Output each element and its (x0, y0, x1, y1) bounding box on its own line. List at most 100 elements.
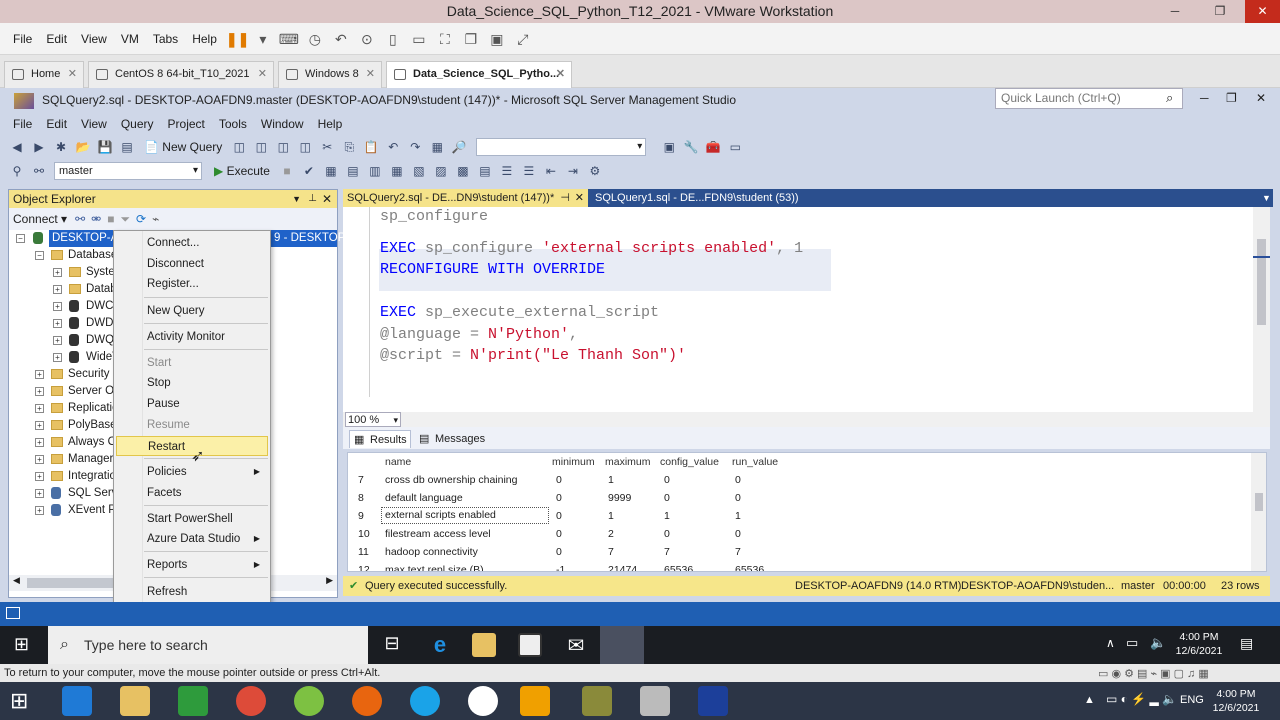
find-combo[interactable] (476, 138, 647, 156)
snipping-tool-icon[interactable] (640, 686, 670, 716)
fullscreen-icon[interactable]: ⛶ (434, 28, 456, 50)
expand-icon[interactable]: + (35, 489, 44, 498)
refresh-icon[interactable]: ⟳ (136, 212, 146, 226)
tab-messages[interactable]: ▤ Messages (415, 430, 489, 448)
table-cell[interactable]: 7 (735, 543, 741, 561)
host-start-icon[interactable]: ⊞ (10, 688, 28, 714)
menu-item-start-powershell[interactable]: Start PowerShell (116, 509, 268, 529)
specify-values-icon[interactable]: ⚙ (586, 162, 604, 180)
vm-tab-centos[interactable]: CentOS 8 64-bit_T10_2021 ✕ (88, 61, 274, 88)
table-cell[interactable]: 12 (358, 561, 370, 571)
dropdown-icon[interactable]: ▾ (252, 28, 274, 50)
close-icon[interactable]: ✕ (322, 190, 332, 208)
table-row[interactable]: 12 max text repl size (B) -1 21474 65536 6553… (348, 561, 1248, 571)
table-cell[interactable]: 0 (556, 525, 562, 543)
library-icon[interactable]: ▯ (382, 28, 404, 50)
vmware-taskbar-icon[interactable] (520, 686, 550, 716)
table-cell[interactable]: 1 (608, 471, 614, 489)
expand-icon[interactable]: + (53, 336, 62, 345)
vm-tab-datascience[interactable]: Data_Science_SQL_Pytho... ✕ (386, 61, 572, 88)
table-cell[interactable]: 21474 (608, 561, 637, 571)
uncomment-icon[interactable]: ☰ (520, 162, 538, 180)
menu-item-pause[interactable]: Pause (116, 394, 268, 414)
scroll-thumb[interactable] (1257, 239, 1266, 325)
vm-menu-tabs[interactable]: Tabs (146, 32, 185, 46)
menu-query[interactable]: Query (114, 117, 161, 131)
device-status-icons[interactable]: ▭ ◉ ⚙ ▤ ⌁ ▣ ▢ ♫ ▦ (1098, 665, 1209, 683)
taskbar-search-box[interactable]: ⌕ Type here to search (48, 626, 368, 664)
notification-icon[interactable]: ▤ (1240, 635, 1253, 652)
ssms-minimize-button[interactable]: ─ (1200, 91, 1209, 105)
results-grid[interactable]: name minimum maximum config_value run_va… (347, 452, 1267, 572)
expand-icon[interactable]: + (35, 421, 44, 430)
close-icon[interactable]: ✕ (366, 62, 375, 87)
table-row[interactable]: 8 default language 0 9999 0 0 (348, 489, 1248, 507)
database-combo[interactable]: master (54, 162, 202, 180)
output-icon[interactable]: ▭ (726, 138, 744, 156)
host-tray-icons[interactable]: ▭ ◐ ⚡ ▂ 🔈 (1106, 692, 1177, 706)
table-row[interactable]: 11 hadoop connectivity 0 7 7 7 (348, 543, 1248, 561)
tab-sqlquery2[interactable]: SQLQuery2.sql - DE...DN9\student (147))*… (343, 189, 588, 207)
send-keys-icon[interactable]: ⌨ (278, 28, 300, 50)
expand-icon[interactable]: + (35, 472, 44, 481)
tray-chevron-icon[interactable]: ∧ (1106, 636, 1115, 650)
xmla-query-icon[interactable]: ◫ (274, 138, 292, 156)
decrease-indent-icon[interactable]: ⇤ (542, 162, 560, 180)
expand-icon[interactable]: + (35, 506, 44, 515)
cut-icon[interactable]: ✂ (318, 138, 336, 156)
menu-item-reports[interactable]: Reports ▶ (116, 555, 268, 575)
table-cell[interactable]: 0 (556, 471, 562, 489)
undo-icon[interactable]: ↶ (384, 138, 402, 156)
menu-item-refresh[interactable]: Refresh (116, 582, 268, 602)
table-cell[interactable]: max text repl size (B) (385, 561, 484, 571)
ssms-taskbar-icon[interactable] (600, 626, 644, 664)
table-cell[interactable]: default language (385, 489, 463, 507)
menu-tools[interactable]: Tools (212, 117, 254, 131)
minimize-button[interactable]: ─ (1160, 0, 1190, 23)
vm-tab-windows8[interactable]: Windows 8 ✕ (278, 61, 382, 88)
save-icon[interactable]: 💾 (96, 138, 114, 156)
expand-icon[interactable]: + (35, 387, 44, 396)
firefox-icon[interactable] (352, 686, 382, 716)
table-cell[interactable]: 0 (735, 489, 741, 507)
activity-icon[interactable]: ▦ (428, 138, 446, 156)
zalo-icon[interactable] (468, 686, 498, 716)
tab-results[interactable]: ▦ Results (349, 430, 411, 448)
new-project-icon[interactable]: ✱ (52, 138, 70, 156)
pause-icon[interactable]: ❚❚ (226, 28, 249, 50)
unity-icon[interactable]: ❐ (460, 28, 482, 50)
terminal-app-icon[interactable] (698, 686, 728, 716)
menu-project[interactable]: Project (161, 117, 212, 131)
paste-icon[interactable]: 📋 (362, 138, 380, 156)
tab-overflow-icon[interactable]: ▼ (1258, 189, 1272, 207)
include-plan-icon[interactable]: ▦ (388, 162, 406, 180)
terminal-icon[interactable]: ▣ (486, 28, 508, 50)
task-view-icon[interactable]: ⊟ (380, 633, 404, 657)
volume-icon[interactable]: 🔈 (1150, 635, 1166, 651)
scroll-thumb[interactable] (27, 578, 127, 588)
guest-clock[interactable]: 4:00 PM 12/6/2021 (1166, 630, 1232, 658)
chrome-icon[interactable] (236, 686, 266, 716)
expand-icon[interactable]: + (53, 319, 62, 328)
dropdown-icon[interactable]: ▼ (292, 190, 301, 208)
table-cell[interactable]: 1 (664, 507, 670, 525)
filter-icon[interactable]: ⏷ (120, 212, 130, 227)
table-cell[interactable]: 0 (735, 525, 741, 543)
table-cell[interactable]: 0 (664, 489, 670, 507)
expand-icon[interactable]: − (35, 251, 44, 260)
client-stats-icon[interactable]: ▨ (432, 162, 450, 180)
close-icon[interactable]: ✕ (258, 62, 267, 87)
open-file-icon[interactable]: 📂 (74, 138, 92, 156)
table-cell[interactable]: 7 (358, 471, 364, 489)
properties-icon[interactable]: ▣ (660, 138, 678, 156)
table-cell[interactable]: 1 (608, 507, 614, 525)
connect-object-icon[interactable]: ⚯ (75, 212, 85, 226)
revert-snapshot-icon[interactable]: ↶ (330, 28, 352, 50)
toolbox-icon[interactable]: 🧰 (704, 138, 722, 156)
sql-editor[interactable]: sp_configure EXEC sp_configure 'external … (343, 207, 1270, 413)
change-connection-icon[interactable]: ⚯ (30, 162, 48, 180)
skype-icon[interactable] (410, 686, 440, 716)
app-icon[interactable] (294, 686, 324, 716)
ssms-restore-button[interactable]: ❐ (1226, 91, 1237, 105)
menu-item-disconnect[interactable]: Disconnect (116, 254, 268, 274)
